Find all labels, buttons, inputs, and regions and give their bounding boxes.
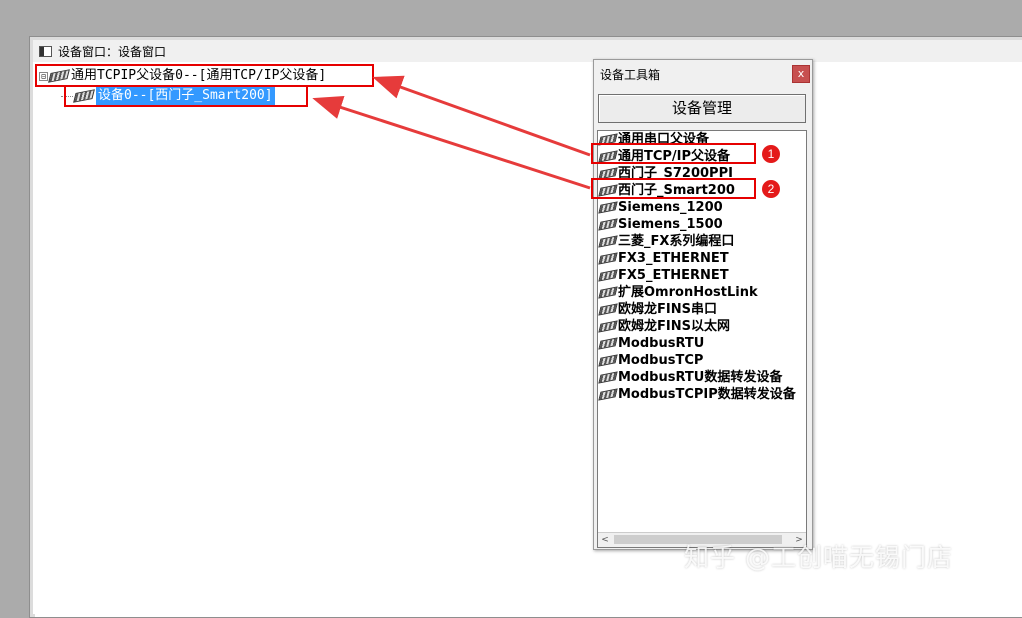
watermark: 知乎 @工创喵无锡门店 (684, 543, 953, 572)
arrow-to-root (372, 75, 591, 157)
annotation-arrows (312, 75, 591, 190)
arrow-to-child (312, 95, 591, 190)
